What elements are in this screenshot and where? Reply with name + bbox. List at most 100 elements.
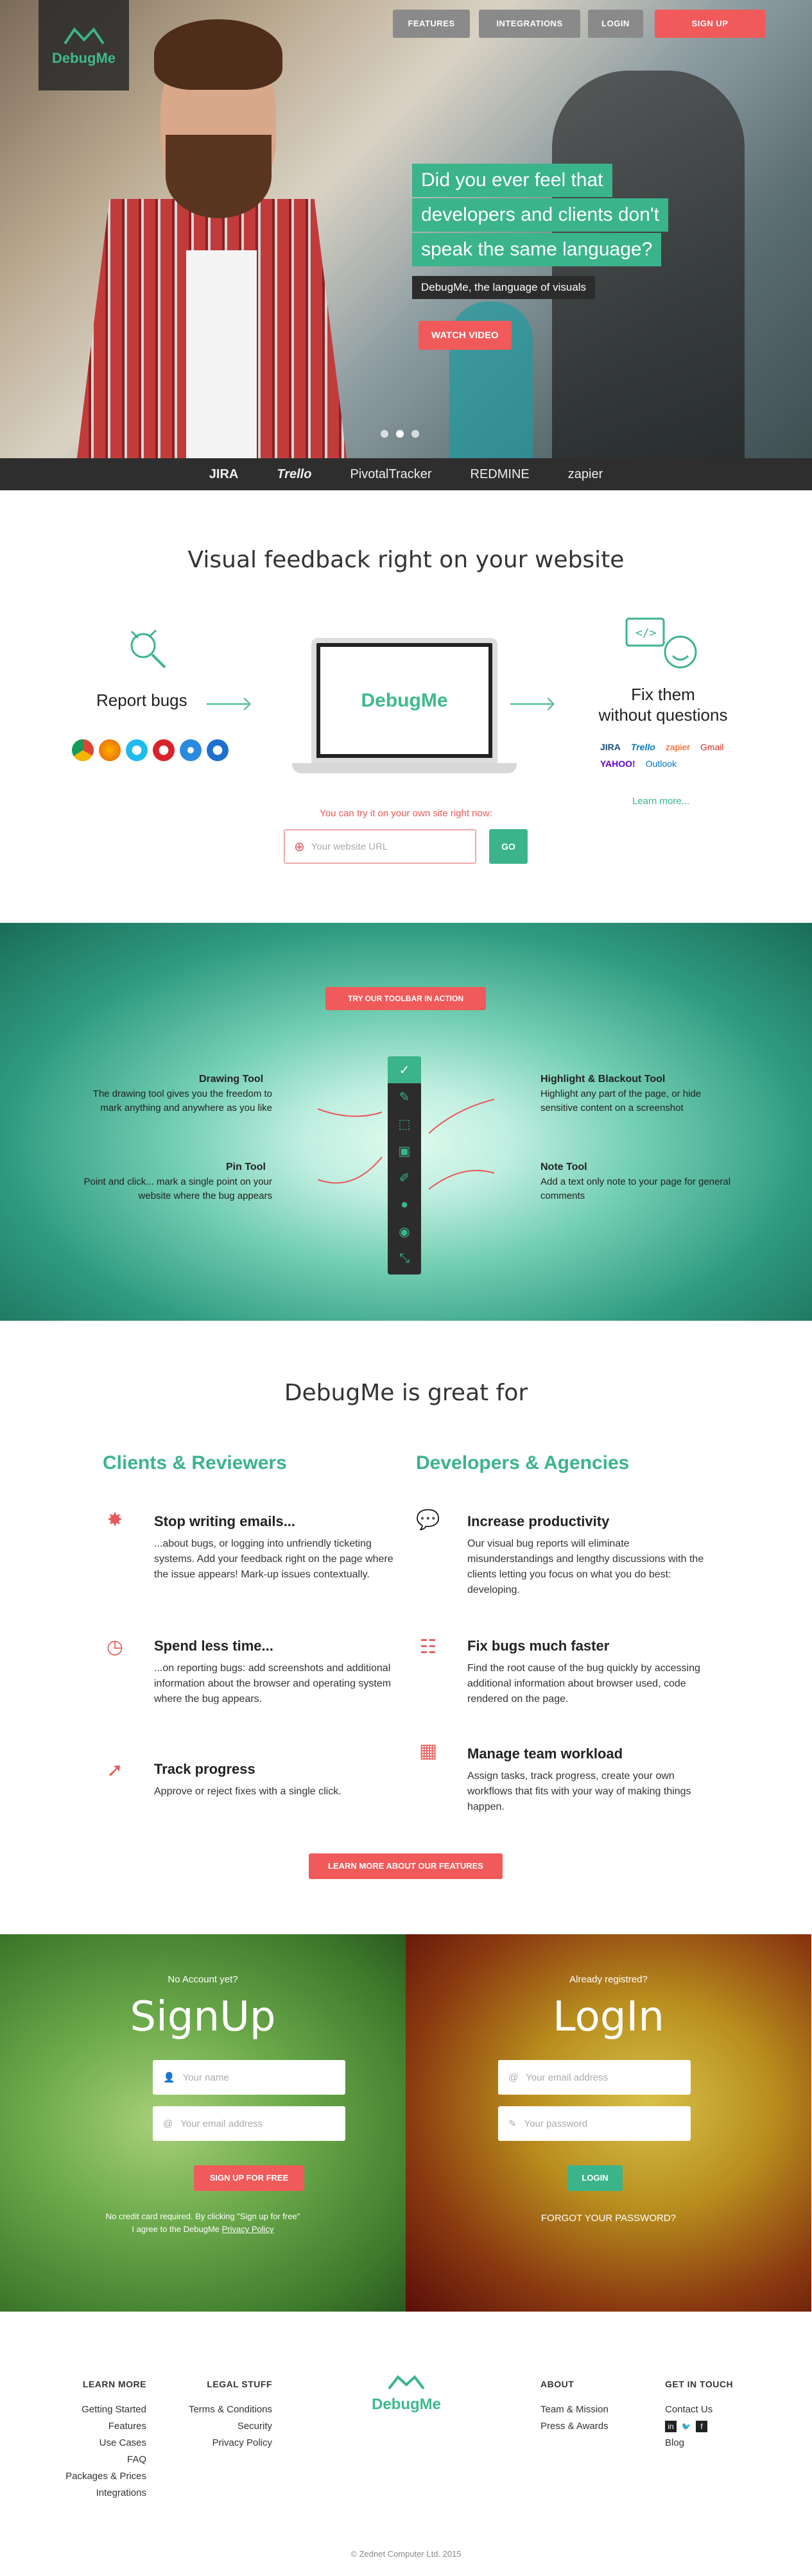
hero-headline: Did you ever feel that developers and cl… — [412, 164, 720, 268]
nav-features-button[interactable]: FEATURES — [393, 10, 470, 38]
highlight-desc-line-2: sensitive content on a screenshot — [540, 1103, 684, 1113]
footer-heading: LEARN MORE — [82, 2379, 146, 2389]
footer-link[interactable]: Terms & Conditions — [160, 2401, 272, 2418]
footer-link[interactable]: Blog — [665, 2435, 733, 2451]
footer-link[interactable]: Use Cases — [64, 2435, 146, 2451]
pin-desc-line-2: website where the bug appears — [138, 1190, 272, 1201]
feature-desc: Approve or reject fixes with a single cl… — [154, 1786, 341, 1797]
check-icon[interactable]: ✓ — [388, 1056, 421, 1083]
partner-redmine: REDMINE — [470, 467, 530, 481]
signup-free-button[interactable]: SIGN UP FOR FREE — [194, 2165, 304, 2191]
watch-video-button[interactable]: WATCH VIDEO — [419, 321, 512, 350]
partner-trello: Trello — [277, 467, 312, 481]
partner-logos-bar: JIRA Trello PivotalTracker REDMINE zapie… — [0, 458, 812, 490]
clients-header: Clients & Reviewers — [103, 1452, 287, 1473]
globe-icon: ⊕ — [294, 839, 305, 854]
note-tool-desc: Add a text only note to your page for ge… — [540, 1175, 772, 1203]
feature-title: Track progress — [154, 1761, 255, 1777]
signup-name-input[interactable]: 👤 Your name — [153, 2060, 345, 2095]
logo[interactable]: DebugMe — [39, 0, 129, 90]
login-email-input[interactable]: @ Your email address — [498, 2060, 691, 2095]
website-url-input[interactable]: ⊕ Your website URL — [284, 829, 476, 864]
agree-text: I agree to the DebugMe Privacy Policy — [0, 2224, 406, 2234]
login-email-placeholder: Your email address — [526, 2072, 609, 2083]
footer-link[interactable]: Security — [160, 2418, 272, 2435]
hero-subtitle: DebugMe, the language of visuals — [412, 276, 596, 299]
feature-desc: Assign tasks, track progress, create you… — [467, 1771, 691, 1812]
visual-feedback-title: Visual feedback right on your website — [187, 547, 625, 573]
drawing-desc-line-1: The drawing tool gives you the freedom t… — [92, 1088, 272, 1099]
carousel-dot[interactable] — [396, 430, 404, 438]
footer-learn-more: LEARN MORE Getting Started Features Use … — [64, 2376, 146, 2502]
drawing-tool-desc: The drawing tool gives you the freedom t… — [54, 1087, 272, 1115]
privacy-policy-link[interactable]: Privacy Policy — [222, 2224, 274, 2234]
svg-text:</>: </> — [635, 626, 657, 640]
feature-title: Manage team workload — [467, 1746, 623, 1762]
carousel-dot[interactable] — [381, 430, 388, 438]
forgot-password-link[interactable]: FORGOT YOUR PASSWORD? — [406, 2213, 811, 2224]
go-button[interactable]: GO — [489, 829, 528, 864]
carousel-dot[interactable] — [411, 430, 419, 438]
footer-link[interactable]: FAQ — [64, 2451, 146, 2468]
arrow-right-icon — [510, 703, 552, 705]
pen-icon: ✎ — [508, 2118, 517, 2129]
nav-integrations-button[interactable]: INTEGRATIONS — [479, 10, 580, 38]
visual-feedback-section: Visual feedback right on your website Re… — [0, 490, 812, 923]
edge-icon — [207, 739, 229, 761]
footer-link[interactable]: Integrations — [64, 2485, 146, 2502]
pointer-arrows — [317, 1099, 495, 1190]
footer-link[interactable]: Contact Us — [665, 2401, 733, 2418]
pin-tool-title: Pin Tool — [226, 1162, 266, 1172]
footer: LEARN MORE Getting Started Features Use … — [0, 2312, 812, 2576]
hero-line-3: speak the same language? — [412, 233, 662, 266]
nav-login-button[interactable]: LOGIN — [588, 10, 643, 38]
partner-jira: JIRA — [209, 467, 239, 481]
signup-panel: No Account yet? SignUp 👤 Your name @ You… — [0, 1934, 406, 2312]
learn-more-features-button[interactable]: LEARN MORE ABOUT OUR FEATURES — [309, 1853, 503, 1879]
footer-link[interactable]: Getting Started — [64, 2401, 146, 2418]
feature-title: Increase productivity — [467, 1513, 610, 1529]
facebook-icon[interactable]: f — [696, 2421, 707, 2432]
user-icon: 👤 — [163, 2072, 175, 2083]
feature-desc: ...on reporting bugs: add screenshots an… — [154, 1663, 392, 1704]
signup-email-input[interactable]: @ Your email address — [153, 2106, 345, 2141]
signup-title: SignUp — [130, 1993, 276, 2041]
twitter-icon[interactable]: 🐦 — [680, 2421, 692, 2432]
highlight-desc-line-1: Highlight any part of the page, or hide — [540, 1088, 702, 1099]
logo-text: DebugMe — [52, 49, 116, 66]
login-submit-button[interactable]: LOGIN — [567, 2165, 623, 2191]
footer-link[interactable]: Packages & Prices — [64, 2468, 146, 2485]
tool-gmail: Gmail — [700, 742, 724, 752]
highlight-tool-desc: Highlight any part of the page, or hide … — [540, 1087, 772, 1115]
login-password-input[interactable]: ✎ Your password — [498, 2106, 691, 2141]
nav-signup-button[interactable]: SIGN UP — [655, 10, 765, 38]
partner-pivotaltracker: PivotalTracker — [350, 467, 432, 481]
try-toolbar-button[interactable]: TRY OUR TOOLBAR IN ACTION — [325, 987, 486, 1010]
footer-logo[interactable]: DebugMe — [369, 2373, 444, 2414]
chrome-icon — [72, 739, 94, 761]
great-for-title: DebugMe is great for — [284, 1380, 528, 1406]
tool-zapier: zapier — [665, 742, 690, 752]
footer-link[interactable]: Privacy Policy — [160, 2435, 272, 2451]
login-panel: Already registred? LogIn @ Your email ad… — [406, 1934, 811, 2312]
linkedin-icon[interactable]: in — [665, 2421, 677, 2432]
no-email-icon: ✸ — [107, 1509, 123, 1531]
feature-desc: ...about bugs, or logging into unfriendl… — [154, 1538, 393, 1580]
browser-icons — [72, 739, 229, 761]
footer-link[interactable]: Press & Awards — [540, 2418, 609, 2435]
toolbar-section: TRY OUR TOOLBAR IN ACTION ✓ ✎ ⬚ ▣ ✐ ● ◉ … — [0, 923, 812, 1321]
hero-section: DebugMe FEATURES INTEGRATIONS LOGIN SIGN… — [0, 0, 812, 458]
fix-line-2: without questions — [598, 705, 728, 725]
hero-man-hair — [154, 19, 282, 90]
feature-title: Fix bugs much faster — [467, 1638, 610, 1654]
collapse-icon[interactable]: ⤡ — [388, 1245, 421, 1272]
pin-tool-desc: Point and click... mark a single point o… — [41, 1175, 272, 1203]
footer-heading: GET IN TOUCH — [665, 2379, 734, 2389]
no-credit-text: No credit card required. By clicking "Si… — [105, 2211, 300, 2221]
note-tool-title: Note Tool — [540, 1162, 587, 1172]
learn-more-link[interactable]: Learn more... — [632, 796, 689, 807]
eye-icon[interactable]: ◉ — [388, 1218, 421, 1245]
note-desc-line-2: comments — [540, 1190, 585, 1201]
footer-link[interactable]: Features — [64, 2418, 146, 2435]
footer-link[interactable]: Team & Mission — [540, 2401, 609, 2418]
